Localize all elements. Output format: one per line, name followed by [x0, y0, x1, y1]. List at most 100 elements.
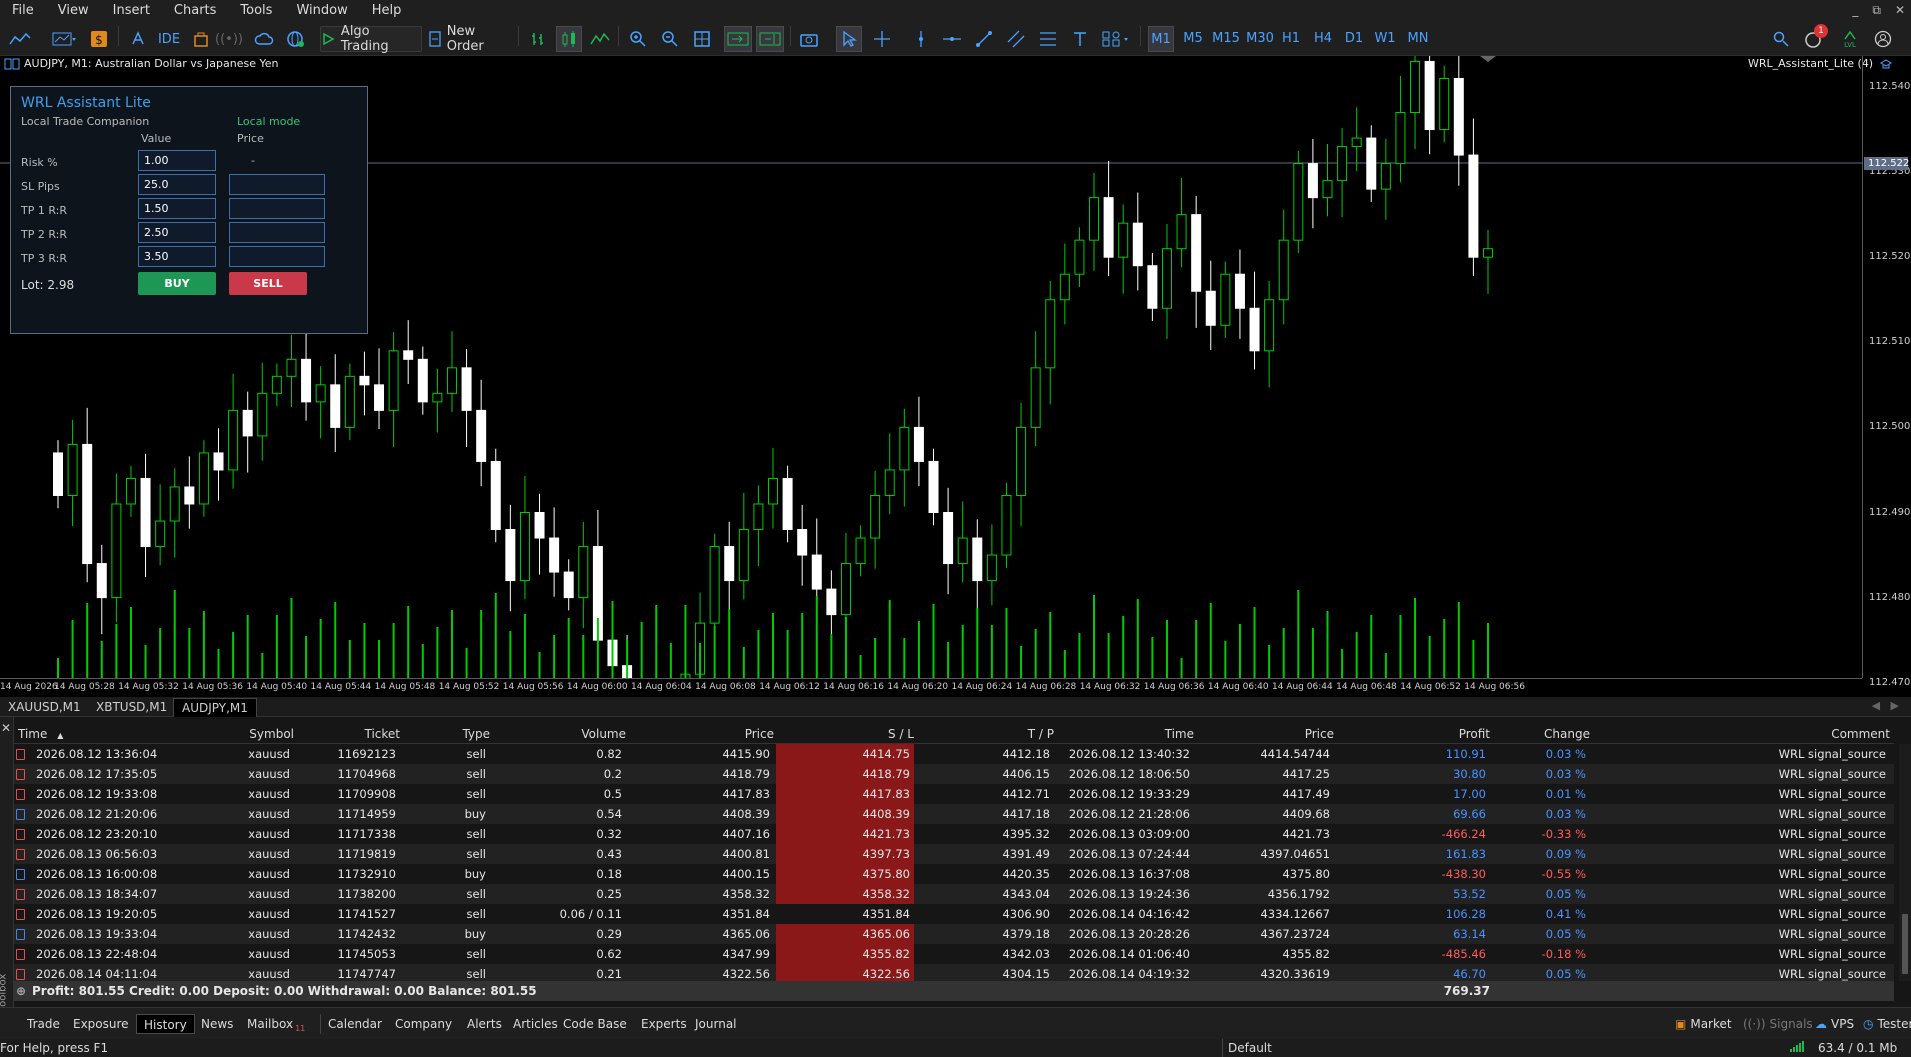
history-row[interactable]: 2026.08.13 06:56:03 xauusd 11719819 sell 0.4… [14, 844, 1894, 864]
timeframe-m1[interactable]: M1 [1148, 26, 1174, 52]
toolbox-tab-calendar[interactable]: Calendar [320, 1014, 389, 1034]
autoscroll-icon[interactable] [724, 26, 752, 52]
toolbox-tab-exposure[interactable]: Exposure [66, 1014, 136, 1034]
col-sl[interactable]: S / L [776, 724, 914, 744]
history-row[interactable]: 2026.08.12 19:33:08 xauusd 11709908 sell 0.5… [14, 784, 1894, 804]
col-price[interactable]: Price [628, 724, 774, 744]
sell-button[interactable]: SELL [229, 272, 307, 295]
chart-tab-xbtusd[interactable]: XBTUSD,M1 [88, 698, 175, 717]
menu-window[interactable]: Window [284, 0, 359, 21]
toolbox-close-icon[interactable]: ✕ [1, 721, 11, 735]
restore-icon[interactable]: ⧉ [1872, 0, 1881, 20]
timeframe-m5[interactable]: M5 [1180, 26, 1206, 52]
chart-shift-icon[interactable] [756, 26, 784, 52]
candle-chart-icon[interactable] [556, 26, 582, 52]
history-row[interactable]: 2026.08.12 21:20:06 xauusd 11714959 buy 0.54… [14, 804, 1894, 824]
timeframe-m30[interactable]: M30 [1244, 26, 1276, 52]
timeframe-mn[interactable]: MN [1404, 26, 1432, 52]
right-tab-market[interactable]: ▣ Market [1668, 1014, 1739, 1034]
history-row[interactable]: 2026.08.13 19:33:04 xauusd 11742432 buy 0.29… [14, 924, 1894, 944]
lvl-icon[interactable]: LVL [1838, 26, 1862, 52]
toolbox-tab-history[interactable]: History [136, 1014, 195, 1034]
col-comment[interactable]: Comment [1592, 724, 1890, 744]
profiles-icon[interactable] [44, 26, 84, 52]
trendline-icon[interactable] [972, 26, 996, 52]
history-row[interactable]: 2026.08.13 18:34:07 xauusd 11738200 sell 0.2… [14, 884, 1894, 904]
crosshair-icon[interactable] [870, 26, 894, 52]
sl-pips-input[interactable]: 25.0 [138, 174, 216, 195]
tp1-price-input[interactable] [229, 198, 325, 219]
timeframe-w1[interactable]: W1 [1372, 26, 1398, 52]
buy-button[interactable]: BUY [138, 272, 216, 295]
fibonacci-icon[interactable] [1036, 26, 1060, 52]
toolbox-tab-trade[interactable]: Trade [20, 1014, 67, 1034]
signals-icon[interactable]: ((•)) [215, 26, 243, 52]
globe-icon[interactable] [284, 26, 308, 52]
menu-help[interactable]: Help [360, 0, 414, 21]
zoom-out-icon[interactable] [658, 26, 682, 52]
toolbox-tab-alerts[interactable]: Alerts [460, 1014, 509, 1034]
algo-trading-button[interactable]: Algo Trading [320, 24, 422, 54]
screenshot-icon[interactable] [796, 26, 822, 52]
timeframe-h4[interactable]: H4 [1310, 26, 1336, 52]
tp2-input[interactable]: 2.50 [138, 222, 216, 243]
col-close-price[interactable]: Price [1196, 724, 1334, 744]
account-icon[interactable] [1870, 26, 1896, 52]
right-tab-tester[interactable]: ◷ Tester [1856, 1014, 1911, 1034]
vertical-line-icon[interactable] [910, 26, 932, 52]
cloud-icon[interactable] [252, 26, 276, 52]
menu-file[interactable]: File [0, 0, 46, 21]
toolbox-tab-journal[interactable]: Journal [688, 1014, 744, 1034]
history-row[interactable]: 2026.08.13 16:00:08 xauusd 11732910 buy 0.18… [14, 864, 1894, 884]
history-row[interactable]: 2026.08.13 22:48:04 xauusd 11745053 sell 0.6… [14, 944, 1894, 964]
col-type[interactable]: Type [400, 724, 490, 744]
line-chart-icon[interactable] [588, 26, 612, 52]
toolbox-tab-experts[interactable]: Experts [634, 1014, 694, 1034]
timeframe-d1[interactable]: D1 [1341, 26, 1367, 52]
col-symbol[interactable]: Symbol [144, 724, 294, 744]
history-scroll-thumb[interactable] [1902, 914, 1908, 974]
menu-view[interactable]: View [46, 0, 101, 21]
history-row[interactable]: 2026.08.12 17:35:05 xauusd 11704968 sell 0.2… [14, 764, 1894, 784]
col-open-time[interactable]: Time ▲ [18, 724, 138, 744]
dollar-icon[interactable]: $ [88, 26, 110, 52]
menu-charts[interactable]: Charts [162, 0, 229, 21]
horizontal-line-icon[interactable] [940, 26, 964, 52]
history-row[interactable]: 2026.08.13 19:20:05 xauusd 11741527 sell 0.0… [14, 904, 1894, 924]
toolbox-tab-company[interactable]: Company [388, 1014, 459, 1034]
status-profile[interactable]: Default [1228, 1039, 1272, 1057]
risk-input[interactable]: 1.00 [138, 150, 216, 171]
tp2-price-input[interactable] [229, 222, 325, 243]
col-close-time[interactable]: Time [1056, 724, 1194, 744]
ide-button[interactable]: IDE [156, 26, 182, 52]
text-tool-icon[interactable] [1068, 26, 1092, 52]
channel-icon[interactable] [1004, 26, 1028, 52]
zoom-in-icon[interactable] [626, 26, 650, 52]
shapes-icon[interactable] [1098, 26, 1134, 52]
col-tp[interactable]: T / P [916, 724, 1054, 744]
chart-tab-xauusd[interactable]: XAUUSD,M1 [0, 698, 89, 717]
menu-insert[interactable]: Insert [101, 0, 162, 21]
minimize-icon[interactable]: _ [1852, 0, 1858, 20]
history-row[interactable]: 2026.08.12 23:20:10 xauusd 11717338 sell 0.3… [14, 824, 1894, 844]
new-order-button[interactable]: New Order [428, 24, 510, 54]
timeframe-h1[interactable]: H1 [1278, 26, 1304, 52]
tp3-price-input[interactable] [229, 246, 325, 267]
tab-scroll-arrows[interactable]: ◀ ▶ [1872, 699, 1899, 712]
metaeditor-icon[interactable] [126, 26, 150, 52]
toolbox-tab-mailbox[interactable]: Mailbox 11 [240, 1014, 312, 1034]
sl-price-input[interactable] [229, 174, 325, 195]
history-row[interactable]: 2026.08.12 13:36:04 xauusd 11692123 sell 0.8… [14, 744, 1894, 764]
col-ticket[interactable]: Ticket [300, 724, 400, 744]
right-tab-vps[interactable]: ☁ VPS [1808, 1014, 1861, 1034]
chart-type-icon[interactable] [6, 26, 34, 52]
market-icon[interactable] [190, 26, 212, 52]
toolbox-tab-code-base[interactable]: Code Base [556, 1014, 634, 1034]
col-change[interactable]: Change [1492, 724, 1590, 744]
cursor-icon[interactable] [836, 26, 862, 52]
history-scrollbar[interactable] [1899, 744, 1911, 981]
tp3-input[interactable]: 3.50 [138, 246, 216, 267]
summary-expand-icon[interactable]: ⊕ [16, 981, 32, 1001]
toolbox-tab-news[interactable]: News [194, 1014, 240, 1034]
timeframe-m15[interactable]: M15 [1210, 26, 1242, 52]
